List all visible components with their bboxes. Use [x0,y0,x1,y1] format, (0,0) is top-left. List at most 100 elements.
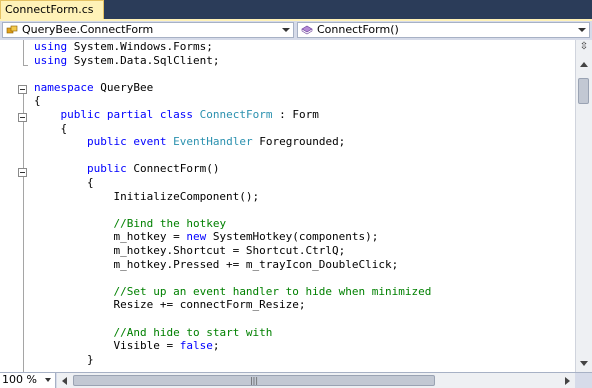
code-line[interactable]: public ConnectForm() [34,162,219,176]
chevron-down-icon [45,378,51,382]
code-line[interactable]: InitializeComponent(); [34,190,259,204]
right-arrow-icon [565,377,570,385]
document-tab-strip: ConnectForm.cs [0,0,592,21]
scroll-right-button[interactable] [560,374,574,387]
member-dropdown[interactable]: ConnectForm() [297,22,590,38]
type-dropdown[interactable]: QueryBee.ConnectForm [2,22,294,38]
code-token: SystemHotkey(components); [206,230,379,244]
keyword-token: partial [106,108,154,121]
keyword-token: using [34,40,68,53]
code-line[interactable]: m_hotkey.Shortcut = Shortcut.CtrlQ; [34,244,345,258]
code-line[interactable]: m_hotkey.Pressed += m_trayIcon_DoubleCli… [34,258,398,272]
split-window-icon[interactable]: ⇳ [579,42,589,52]
keyword-token: public [86,135,127,149]
chevron-down-icon [282,28,290,32]
code-token: { [34,94,41,108]
code-line[interactable]: { [34,94,41,108]
code-line[interactable]: public partial class ConnectForm : Form [34,108,319,122]
keyword-token: event [133,135,167,149]
outline-guide-line [23,40,24,65]
code-token: QueryBee [93,80,154,94]
code-line[interactable]: Visible = false; [34,339,219,353]
up-arrow-icon [580,62,588,67]
tab-connectform-cs[interactable]: ConnectForm.cs [0,0,104,19]
navigation-bar: QueryBee.ConnectForm ConnectForm() [0,21,592,40]
method-icon [301,25,313,35]
code-editor[interactable]: using System.Windows.Forms; using System.… [0,40,575,372]
scroll-left-button[interactable] [58,374,72,387]
comment-token: //And hide to start with [113,325,273,339]
code-line[interactable]: { [34,176,94,190]
keyword-token: public [60,108,101,121]
code-token: m_hotkey.Shortcut = Shortcut.CtrlQ; [34,244,346,257]
code-line[interactable]: using System.Windows.Forms; [34,40,213,54]
code-token: } [34,352,94,366]
left-arrow-icon [62,377,67,385]
code-token: ; [212,339,220,353]
scroll-up-button[interactable] [577,58,591,72]
editor-status-bar: 100 % ||| [0,372,592,388]
scroll-down-button[interactable] [577,357,591,371]
code-line[interactable]: m_hotkey = new SystemHotkey(components); [34,230,378,244]
horizontal-scrollbar[interactable]: ||| [57,373,575,388]
member-dropdown-value: ConnectForm() [317,23,399,36]
code-line[interactable]: } [34,353,94,367]
outline-end-tick [23,65,28,66]
code-line[interactable]: //And hide to start with [34,326,272,340]
code-token: m_hotkey.Pressed += m_trayIcon_DoubleCli… [34,257,399,271]
code-token: ConnectForm() [126,162,220,176]
vertical-scroll-thumb[interactable] [578,78,589,104]
class-icon [6,25,18,34]
code-token: Resize += connectForm_Resize; [34,298,306,312]
outlining-margin [18,40,30,372]
type-token: ConnectForm [199,108,273,121]
code-token: Visible = [34,339,180,353]
zoom-value: 100 % [2,373,37,386]
outline-guide-line [23,122,24,168]
code-line[interactable]: Resize += connectForm_Resize; [34,298,306,312]
keyword-token: namespace [34,80,94,94]
keyword-token: class [159,108,193,121]
down-arrow-icon [580,361,588,366]
code-token: InitializeComponent(); [34,189,260,203]
outline-guide-line [23,94,24,113]
code-line[interactable]: { [34,122,67,136]
vertical-scrollbar[interactable]: ⇳ [575,40,592,372]
chevron-down-icon [578,28,586,32]
code-line[interactable]: namespace QueryBee [34,81,153,95]
code-token: Foregrounded; [252,135,346,149]
selection-margin[interactable] [0,40,14,372]
code-line[interactable]: public event EventHandler Foregrounded; [34,135,345,149]
code-token: System.Windows.Forms; [67,40,213,53]
comment-token: //Bind the hotkey [113,216,227,230]
keyword-token: public [86,162,127,176]
collapse-namespace-icon[interactable] [18,85,27,94]
collapse-class-icon[interactable] [18,113,27,122]
zoom-dropdown[interactable]: 100 % [0,373,56,388]
keyword-token: false [179,339,213,353]
keyword-token: new [186,230,207,244]
code-line[interactable]: //Set up an event handler to hide when m… [34,285,431,299]
code-line[interactable]: using System.Data.SqlClient; [34,54,219,68]
type-token: EventHandler [173,135,253,149]
type-dropdown-value: QueryBee.ConnectForm [22,23,154,36]
code-line[interactable]: //Bind the hotkey [34,217,226,231]
outline-guide-line [23,177,24,372]
scrollbar-corner [575,373,592,388]
comment-token: //Set up an event handler to hide when m… [113,284,432,298]
code-token: System.Data.SqlClient; [67,53,220,67]
code-token: m_hotkey = [34,230,187,244]
collapse-constructor-icon[interactable] [18,168,27,177]
horizontal-scroll-thumb[interactable]: ||| [73,375,435,386]
code-token: { [34,176,94,189]
keyword-token: using [34,53,68,67]
